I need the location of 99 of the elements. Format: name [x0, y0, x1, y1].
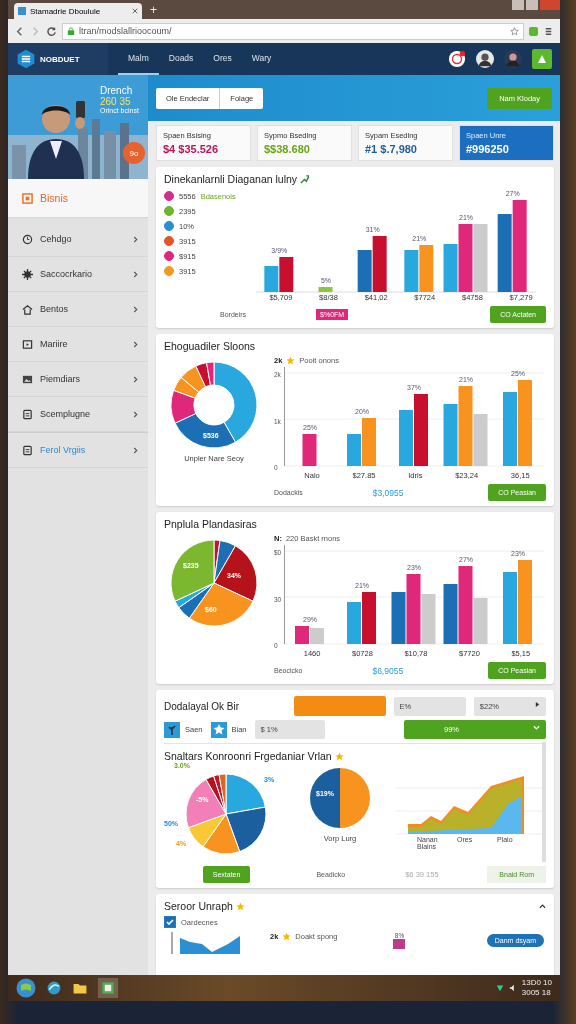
play-icon: [22, 338, 33, 350]
star-icon: [282, 932, 292, 941]
collapse-icon[interactable]: [539, 903, 546, 909]
star-icon[interactable]: [510, 26, 519, 36]
panel-title: Snaltars Konroonri Frgedaniar Vrlan: [164, 750, 332, 762]
app-icon[interactable]: [98, 978, 118, 998]
sidebar-item[interactable]: Piemdiars: [8, 362, 148, 397]
star-icon: [235, 901, 245, 911]
bar: [347, 602, 362, 644]
square-icon: [22, 192, 33, 204]
lock-icon: [67, 27, 75, 35]
bar: [264, 266, 279, 292]
chevron-right-icon: [133, 375, 138, 383]
bar: [404, 250, 419, 292]
document-icon: [22, 408, 33, 420]
gear-icon: [22, 268, 33, 280]
nav-tab[interactable]: Ores: [203, 43, 242, 75]
avatar-icon[interactable]: [504, 50, 522, 68]
bar: [372, 236, 387, 292]
star-icon: [334, 751, 344, 761]
bar: [443, 244, 458, 292]
new-tab-button[interactable]: +: [150, 3, 157, 17]
reload-icon[interactable]: [46, 25, 57, 37]
bar: [279, 257, 294, 292]
stat-value: #1 $.7,980: [365, 143, 418, 155]
clock-text: 13D0 10: [521, 978, 552, 988]
bar: [419, 245, 434, 292]
bar: [318, 287, 333, 292]
checkbox[interactable]: [164, 916, 176, 928]
card-title: Seroor Unraph: [164, 900, 233, 912]
hero-title: Drench: [100, 85, 133, 96]
document-icon: [22, 444, 33, 456]
bar: [413, 394, 428, 466]
sidebar-item[interactable]: Mariire: [8, 327, 148, 362]
hexagon-logo-icon: [16, 49, 36, 69]
bar: [362, 592, 377, 644]
sidebar-item[interactable]: Bentos: [8, 292, 148, 327]
card-title: Ehoguadiler Sloons: [164, 340, 256, 352]
nav-tab[interactable]: Doads: [158, 43, 204, 75]
card-title: Pnplula Plandasiras: [164, 518, 257, 530]
network-icon[interactable]: [495, 984, 504, 992]
avatar-icon[interactable]: [476, 50, 494, 68]
clock-text: 3005 18: [521, 988, 552, 998]
filled-field[interactable]: [294, 696, 386, 716]
footer-value: $3,0955: [372, 487, 404, 498]
chevron-down-icon: [533, 725, 540, 731]
scrollbar[interactable]: [542, 742, 546, 862]
chevron-right-icon: [133, 340, 138, 348]
bar: [398, 410, 413, 466]
bar: [421, 594, 436, 644]
url-text: ltran/modslallrioocoum/: [79, 26, 172, 36]
footer-value: $6,9055: [372, 665, 404, 676]
stat-value: #996250: [466, 143, 510, 155]
star-icon: [286, 356, 296, 365]
stat-value: $4 $35.526: [163, 143, 220, 155]
close-icon[interactable]: [132, 8, 138, 14]
browser-icon[interactable]: [46, 980, 62, 996]
chevron-right-icon: [133, 410, 138, 418]
sidebar-item[interactable]: Cehdgo: [8, 222, 148, 257]
address-bar[interactable]: ltran/modslallrioocoum/: [62, 22, 524, 40]
chevron-right-icon: [133, 235, 138, 243]
stat-value: $$38.680: [264, 143, 311, 155]
bar: [503, 572, 518, 644]
chevron-right-icon: [133, 270, 138, 278]
card-title: Dodalayal Ok Bir: [164, 700, 241, 712]
chevron-right-icon: [133, 446, 138, 454]
hero-value: 260 35: [100, 96, 131, 107]
start-button[interactable]: [16, 978, 36, 998]
sidebar-item[interactable]: Saccocrkario: [8, 257, 148, 292]
bar: [295, 626, 310, 644]
favicon-icon: [18, 7, 26, 15]
bar: [458, 224, 473, 292]
bar-drawing: [393, 939, 406, 949]
bar: [302, 434, 317, 466]
sidebar-item[interactable]: Scemplugne: [8, 397, 148, 432]
clock-icon: [22, 233, 33, 245]
logo-text: NOBDUET: [40, 54, 80, 64]
bar: [406, 574, 421, 644]
card-title: Dinekanlarnli Diaganan lulny: [164, 173, 298, 185]
nav-tab[interactable]: Wary: [241, 43, 282, 75]
back-icon[interactable]: [14, 25, 25, 37]
area-chart-drawing: [171, 932, 240, 954]
trend-icon: [300, 174, 310, 184]
volume-icon[interactable]: [508, 984, 517, 992]
pie-slice: [310, 768, 340, 828]
caret-icon: [535, 701, 540, 707]
house-icon: [22, 303, 33, 315]
bar: [391, 592, 406, 644]
notification-icon[interactable]: [448, 50, 466, 68]
pie-slice: [340, 768, 370, 828]
image-icon: [22, 373, 33, 385]
menu-icon[interactable]: [543, 25, 554, 37]
browser-tab[interactable]: Stamadrie Dboulule: [14, 3, 142, 19]
bar: [443, 584, 458, 644]
chevron-right-icon: [133, 305, 138, 313]
bar: [310, 628, 325, 644]
bar: [357, 250, 372, 292]
bar: [443, 404, 458, 466]
bar: [473, 224, 488, 292]
